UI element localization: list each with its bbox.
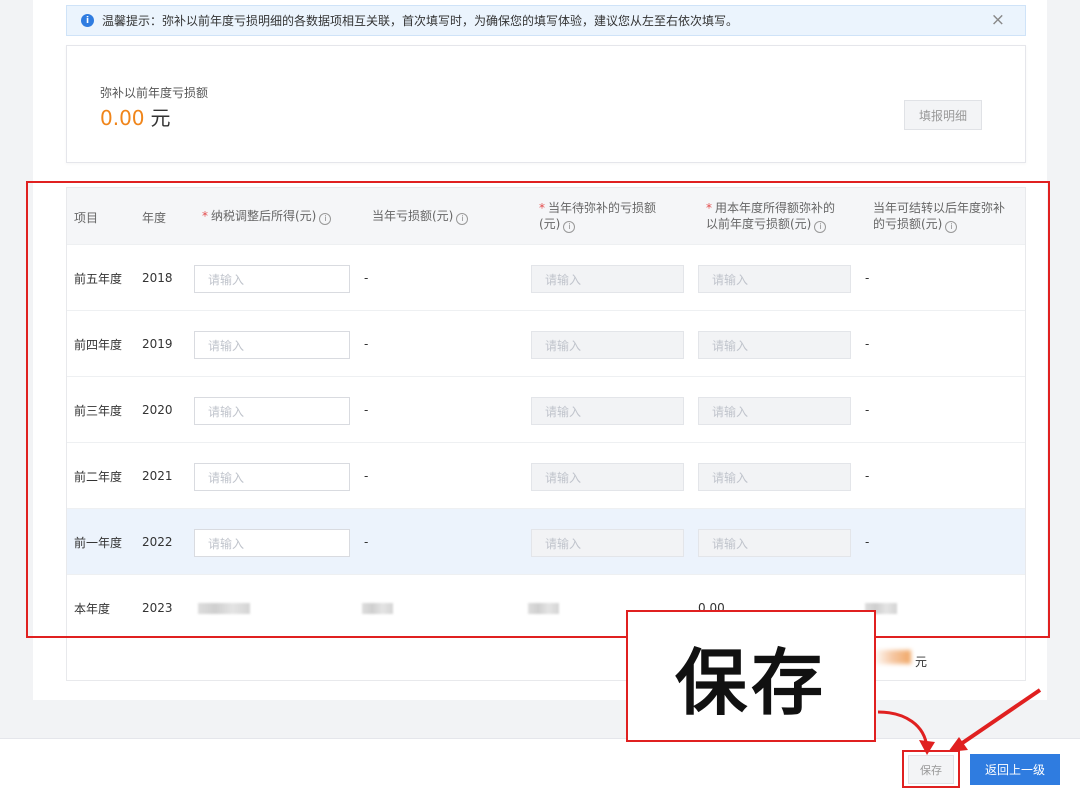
annotation-arrows	[877, 688, 1042, 755]
curved-arrow-head	[919, 740, 935, 755]
curved-arrow	[877, 710, 929, 749]
straight-arrow	[953, 688, 1042, 750]
